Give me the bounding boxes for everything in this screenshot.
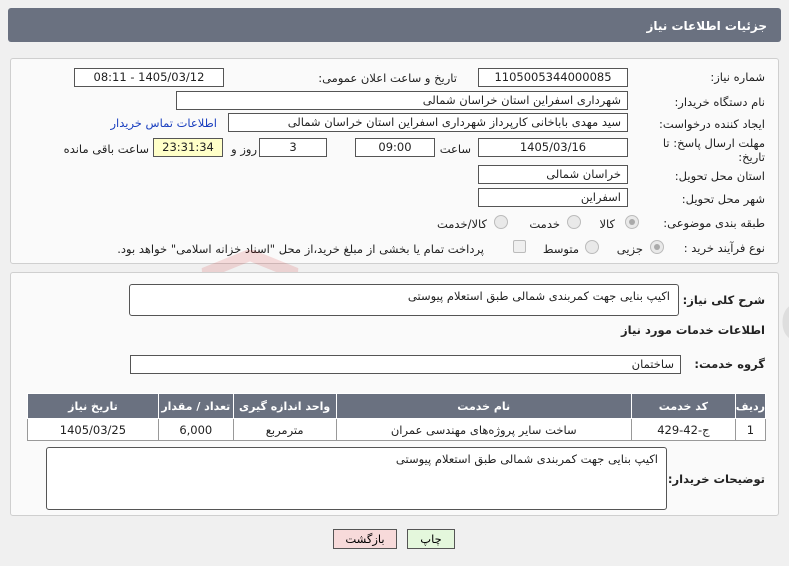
cell-unit: مترمربع xyxy=(232,418,337,441)
process-radio-medium[interactable] xyxy=(585,240,599,254)
page-header: جزئیات اطلاعات نیاز xyxy=(8,8,781,42)
deadline-date-field: 1405/03/16 xyxy=(478,138,628,157)
cell-service-code: ج-42-429 xyxy=(630,418,736,441)
col-need-date: تاریخ نیاز xyxy=(27,393,159,419)
category-radio-service[interactable] xyxy=(567,215,581,229)
city-label: شهر محل تحویل: xyxy=(681,192,765,206)
remaining-time-field: 23:31:34 xyxy=(153,138,223,157)
announce-label: تاریخ و ساعت اعلان عمومی: xyxy=(318,71,457,85)
category-label: طبقه بندی موضوعی: xyxy=(663,216,765,230)
cell-service-name: ساخت سایر پروژه‌های مهندسی عمران xyxy=(335,418,632,441)
category-option-service: خدمت xyxy=(529,217,560,231)
back-button[interactable]: بازگشت xyxy=(333,529,397,549)
creator-label: ایجاد کننده درخواست: xyxy=(659,117,765,131)
buyer-notes-field: اکیپ بنایی جهت کمربندی شمالی طبق استعلام… xyxy=(46,447,667,510)
category-option-goods: کالا xyxy=(599,217,615,231)
services-section-title: اطلاعات خدمات مورد نیاز xyxy=(621,323,765,337)
service-group-label: گروه خدمت: xyxy=(694,357,765,371)
process-label: نوع فرآیند خرید : xyxy=(683,241,765,255)
cell-row-number: 1 xyxy=(734,418,767,441)
process-option-medium: متوسط xyxy=(542,242,579,256)
remaining-label: ساعت باقی مانده xyxy=(63,142,149,156)
cell-need-date: 1405/03/25 xyxy=(27,418,159,441)
category-option-both: کالا/خدمت xyxy=(436,217,487,231)
table-row: 1 ج-42-429 ساخت سایر پروژه‌های مهندسی عم… xyxy=(27,418,767,441)
province-field: خراسان شمالی xyxy=(478,165,628,184)
services-table: ردیف کد خدمت نام خدمت واحد اندازه گیری ت… xyxy=(27,393,767,441)
category-radio-goods[interactable] xyxy=(625,215,639,229)
category-radio-both[interactable] xyxy=(494,215,508,229)
buyer-org-field: شهرداری اسفراین استان خراسان شمالی xyxy=(176,91,628,110)
col-service-code: کد خدمت xyxy=(630,393,736,419)
general-desc-label: شرح کلی نیاز: xyxy=(682,293,765,307)
col-row-number: ردیف xyxy=(734,393,767,419)
col-quantity: تعداد / مقدار xyxy=(157,393,234,419)
col-unit: واحد اندازه گیری xyxy=(232,393,337,419)
need-number-label: شماره نیاز: xyxy=(710,70,765,84)
need-number-field: 1105005344000085 xyxy=(478,68,628,87)
days-field: 3 xyxy=(259,138,327,157)
process-option-minor: جزیی xyxy=(616,242,643,256)
print-button[interactable]: چاپ xyxy=(407,529,455,549)
buyer-notes-label: توضیحات خریدار: xyxy=(667,472,765,486)
process-radio-minor[interactable] xyxy=(650,240,664,254)
deadline-label-1: مهلت ارسال پاسخ: تا xyxy=(662,136,765,150)
deadline-time-field: 09:00 xyxy=(355,138,435,157)
days-label: روز و xyxy=(231,142,257,156)
services-table-header-row: ردیف کد خدمت نام خدمت واحد اندازه گیری ت… xyxy=(27,393,767,419)
announce-field: 1405/03/12 - 08:11 xyxy=(74,68,224,87)
creator-field: سید مهدی باباخانی کارپرداز شهرداری اسفرا… xyxy=(228,113,628,132)
deadline-time-label: ساعت xyxy=(439,142,471,156)
details-panel xyxy=(10,58,779,264)
deadline-label-2: تاریخ: xyxy=(738,150,765,164)
city-field: اسفراین xyxy=(478,188,628,207)
buyer-contact-link[interactable]: اطلاعات تماس خریدار xyxy=(110,116,217,130)
cell-quantity: 6,000 xyxy=(157,418,234,441)
buyer-org-label: نام دستگاه خریدار: xyxy=(674,95,765,109)
treasury-payment-note: پرداخت تمام یا بخشی از مبلغ خرید،از محل … xyxy=(117,242,484,256)
treasury-payment-checkbox[interactable] xyxy=(513,240,526,253)
service-group-field: ساختمان xyxy=(130,355,681,374)
col-service-name: نام خدمت xyxy=(335,393,632,419)
general-desc-field: اکیپ بنایی جهت کمربندی شمالی طبق استعلام… xyxy=(129,284,679,316)
province-label: استان محل تحویل: xyxy=(674,169,765,183)
page-title: جزئیات اطلاعات نیاز xyxy=(646,19,767,33)
